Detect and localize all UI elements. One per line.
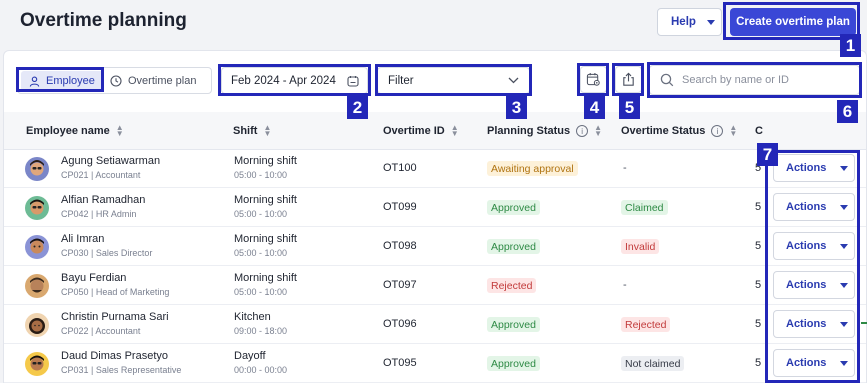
c-value: 5 <box>755 357 762 369</box>
employee-name: Bayu Ferdian <box>61 272 127 284</box>
annotation-badge-4: 4 <box>584 96 605 119</box>
employee-meta: CP031 | Sales Representative <box>61 365 182 375</box>
avatar <box>25 274 49 298</box>
employee-meta: CP030 | Sales Director <box>61 248 153 258</box>
table-row[interactable]: Christin Purnama Sari CP022 | Accountant… <box>4 306 866 344</box>
annotation-badge-6: 6 <box>837 100 858 123</box>
table-row[interactable]: Agung Setiawarman CP021 | Accountant Mor… <box>4 150 866 188</box>
planning-status-badge: Approved <box>487 239 540 254</box>
view-overtime-label: Overtime plan <box>128 75 197 87</box>
employee-meta: CP021 | Accountant <box>61 170 141 180</box>
scroll-indicator <box>861 322 867 324</box>
shift-time: 05:00 - 10:00 <box>234 170 288 180</box>
help-label: Help <box>671 16 696 28</box>
overtime-status-text: - <box>623 279 627 291</box>
annotation-badge-2: 2 <box>347 96 368 119</box>
annotation-box-4 <box>577 63 609 96</box>
shift-time: 05:00 - 10:00 <box>234 248 288 258</box>
planning-status-badge: Awaiting approval <box>487 161 578 176</box>
table-row[interactable]: Alfian Ramadhan CP042 | HR Admin Morning… <box>4 189 866 227</box>
sort-icon: ▲ ▼ <box>263 123 272 138</box>
column-label: Employee name <box>26 125 110 137</box>
annotation-badge-1: 1 <box>840 34 861 57</box>
employee-meta: CP050 | Head of Marketing <box>61 287 170 297</box>
c-value: 5 <box>755 279 762 291</box>
sort-icon: ▲ ▼ <box>115 123 124 138</box>
column-label: C <box>755 125 763 137</box>
employee-name: Alfian Ramadhan <box>61 194 146 206</box>
avatar <box>25 235 49 259</box>
overtime-status-badge: Rejected <box>621 317 671 332</box>
employee-name: Daud Dimas Prasetyo <box>61 350 168 362</box>
overtime-status-badge: Claimed <box>621 200 668 215</box>
table-header: Employee name ▲ ▼ Shift ▲ ▼ Overtime ID ▲ ▼ Pl… <box>4 112 866 150</box>
column-label: Overtime Status <box>621 125 706 137</box>
table-row[interactable]: Daud Dimas Prasetyo CP031 | Sales Repres… <box>4 345 866 383</box>
column-overtime-id[interactable]: Overtime ID ▲ ▼ <box>383 112 459 150</box>
shift-name: Morning shift <box>234 155 297 167</box>
chevron-down-icon <box>706 19 715 25</box>
column-label: Planning Status <box>487 125 571 137</box>
overtime-id: OT100 <box>383 162 417 174</box>
view-overtime-button[interactable]: Overtime plan <box>110 71 196 91</box>
employee-name: Christin Purnama Sari <box>61 311 169 323</box>
shift-name: Morning shift <box>234 272 297 284</box>
employee-name: Agung Setiawarman <box>61 155 161 167</box>
c-value: 5 <box>755 318 762 330</box>
annotation-badge-7: 7 <box>757 143 778 166</box>
info-icon[interactable]: i <box>711 125 724 137</box>
table-row[interactable]: Bayu Ferdian CP050 | Head of Marketing M… <box>4 267 866 305</box>
employee-meta: CP022 | Accountant <box>61 326 141 336</box>
annotation-badge-5: 5 <box>619 96 640 119</box>
overtime-id: OT096 <box>383 318 417 330</box>
annotation-box-6 <box>647 62 862 98</box>
overtime-status-badge: Invalid <box>621 239 660 254</box>
c-value: 5 <box>755 240 762 252</box>
planning-status-badge: Approved <box>487 317 540 332</box>
page-title: Overtime planning <box>20 10 187 31</box>
shift-name: Morning shift <box>234 233 297 245</box>
c-value: 5 <box>755 201 762 213</box>
column-label: Overtime ID <box>383 125 445 137</box>
avatar <box>25 313 49 337</box>
planning-status-badge: Approved <box>487 200 540 215</box>
info-icon[interactable]: i <box>576 125 589 137</box>
annotation-box-5 <box>612 63 644 96</box>
avatar <box>25 157 49 181</box>
overtime-id: OT097 <box>383 279 417 291</box>
sort-icon: ▲ ▼ <box>450 123 459 138</box>
table-row[interactable]: Ali Imran CP030 | Sales Director Morning… <box>4 228 866 266</box>
shift-time: 05:00 - 10:00 <box>234 209 288 219</box>
overtime-id: OT095 <box>383 357 417 369</box>
shift-name: Morning shift <box>234 194 297 206</box>
employee-meta: CP042 | HR Admin <box>61 209 137 219</box>
planning-status-badge: Approved <box>487 356 540 371</box>
shift-time: 00:00 - 00:00 <box>234 365 288 375</box>
clock-icon <box>110 75 122 87</box>
column-label: Shift <box>233 125 258 137</box>
avatar <box>25 196 49 220</box>
annotation-box-2 <box>218 64 371 96</box>
shift-time: 09:00 - 18:00 <box>234 326 288 336</box>
employee-name: Ali Imran <box>61 233 105 245</box>
annotation-box-7 <box>765 150 860 383</box>
annotation-box-3 <box>375 64 532 96</box>
overtime-id: OT098 <box>383 240 417 252</box>
shift-name: Kitchen <box>234 311 271 323</box>
shift-time: 05:00 - 10:00 <box>234 287 288 297</box>
overtime-status-text: - <box>623 162 627 174</box>
shift-name: Dayoff <box>234 350 266 362</box>
sort-icon: ▲ ▼ <box>729 123 738 138</box>
column-shift[interactable]: Shift ▲ ▼ <box>233 112 271 150</box>
help-button[interactable]: Help <box>657 8 722 36</box>
column-employee-name[interactable]: Employee name ▲ ▼ <box>26 112 124 150</box>
annotation-box-employee <box>16 67 104 92</box>
annotation-badge-3: 3 <box>506 96 527 119</box>
planning-status-badge: Rejected <box>487 278 537 293</box>
avatar <box>25 352 49 376</box>
overtime-status-badge: Not claimed <box>621 356 685 371</box>
overtime-id: OT099 <box>383 201 417 213</box>
sort-icon: ▲ ▼ <box>594 123 603 138</box>
